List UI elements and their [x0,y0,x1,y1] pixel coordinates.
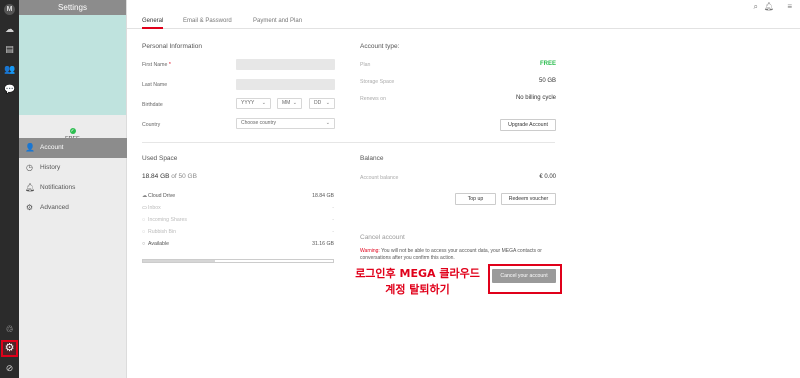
top-bar: ⌕ 🔔︎ ≡ [127,0,800,14]
account-type-title: Account type: [360,43,400,50]
chevron-down-icon: ⌄ [325,120,330,126]
storage-row-rubbish-bin: ◌ Rubbish Bin - [142,229,334,235]
birth-month-select[interactable]: MM ⌄ [277,98,302,109]
account-balance-label: Account balance [360,175,399,181]
transfer-icon[interactable]: ⊘ [4,363,15,374]
balance-title: Balance [360,155,384,162]
top-up-button[interactable]: Top up [455,193,496,205]
mega-logo-icon[interactable]: M [4,4,15,15]
menu-item-history[interactable]: ◷ History [19,158,127,178]
cloud-drive-icon[interactable]: ☁ [4,24,15,35]
user-icon: 👤 [25,143,35,152]
settings-menu: 👤 Account ◷ History 🔔︎ Notifications ⚙ A… [19,138,127,218]
menu-item-label: History [40,164,61,171]
chevron-down-icon: ⌄ [261,100,266,106]
clock-icon: ◷ [26,163,33,172]
tab-payment-plan[interactable]: Payment and Plan [253,18,302,24]
last-name-label: Last Name [142,82,168,88]
plan-value: FREE [539,61,556,67]
menu-item-label: Account [40,144,64,151]
chat-icon[interactable]: 💬 [4,84,15,95]
plan-label: Plan [360,62,371,68]
menu-item-label: Notifications [40,184,76,191]
country-select[interactable]: Choose country ⌄ [236,118,335,129]
storage-usage-fill [143,260,215,262]
birth-day-select[interactable]: DD ⌄ [309,98,335,109]
search-icon[interactable]: ⌕ [754,2,758,12]
upgrade-account-button[interactable]: Upgrade Account [500,119,556,131]
menu-item-advanced[interactable]: ⚙ Advanced [19,198,127,218]
cogs-icon: ⚙ [25,203,34,212]
first-name-label: First Name * [142,62,171,68]
storage-label: Storage Space [360,79,395,85]
annotation-callout: 로그인후 MEGA 클라우드 계정 탈퇴하기 [355,267,480,296]
contacts-icon[interactable]: 👥 [4,64,15,75]
storage-usage-bar [142,259,334,263]
renews-label: Renews on [360,96,386,102]
last-name-field[interactable] [236,79,335,90]
menu-item-account[interactable]: 👤 Account [19,138,127,158]
settings-title: Settings [19,0,126,15]
menu-item-label: Advanced [40,204,69,211]
settings-gear-icon[interactable]: ⚙ [3,342,16,355]
birth-year-select[interactable]: YYYY ⌄ [236,98,271,109]
used-space-summary: 18.84 GB of 50 GB [142,173,197,180]
chevron-down-icon: ⌄ [292,100,297,106]
first-name-field[interactable] [236,59,335,70]
storage-row-incoming-shares: ◌ Incoming Shares - [142,217,334,223]
storage-row-available: ○ Available 31.16 GB [142,241,334,247]
cancel-warning: Warning: You will not be able to access … [360,248,542,261]
divider [142,142,555,143]
cancel-account-button[interactable]: Cancel your account [492,269,556,283]
tab-general[interactable]: General [142,18,164,29]
used-space-title: Used Space [142,155,178,162]
settings-tabs: General Email & Password Payment and Pla… [127,15,800,29]
menu-icon[interactable]: ≡ [787,2,792,11]
storage-row-inbox: ▭Inbox - [142,205,334,211]
avatar[interactable] [19,15,126,115]
storage-value: 50 GB [538,78,556,84]
settings-highlight[interactable]: ⚙ [1,340,18,357]
settings-panel: Settings ✓ FREE 👤 Account ◷ History 🔔︎ N… [19,0,127,378]
storage-row-cloud-drive: ☁Cloud Drive 18.84 GB [142,193,334,199]
bell-icon: 🔔︎ [25,183,36,192]
account-balance-value: € 0.00 [539,174,556,180]
birthdate-label: Birthdate [142,102,163,108]
personal-info-title: Personal Information [142,43,202,50]
plan-badge-icon: ✓ [69,128,76,134]
menu-item-notifications[interactable]: 🔔︎ Notifications [19,178,127,198]
tab-email-password[interactable]: Email & Password [183,18,232,24]
country-label: Country [142,122,161,128]
redeem-voucher-button[interactable]: Redeem voucher [501,193,556,205]
chevron-down-icon: ⌄ [325,100,330,106]
notifications-icon[interactable]: 🔔︎ [764,2,774,11]
renews-value: No billing cycle [515,95,556,101]
rubbish-bin-icon[interactable]: ♲ [4,324,15,335]
cancel-account-title: Cancel account [360,234,405,241]
photos-icon[interactable]: ▤ [4,44,15,55]
app-rail: M ☁ ▤ 👥 💬 ♲ ⚙ ⊘ [0,0,19,378]
